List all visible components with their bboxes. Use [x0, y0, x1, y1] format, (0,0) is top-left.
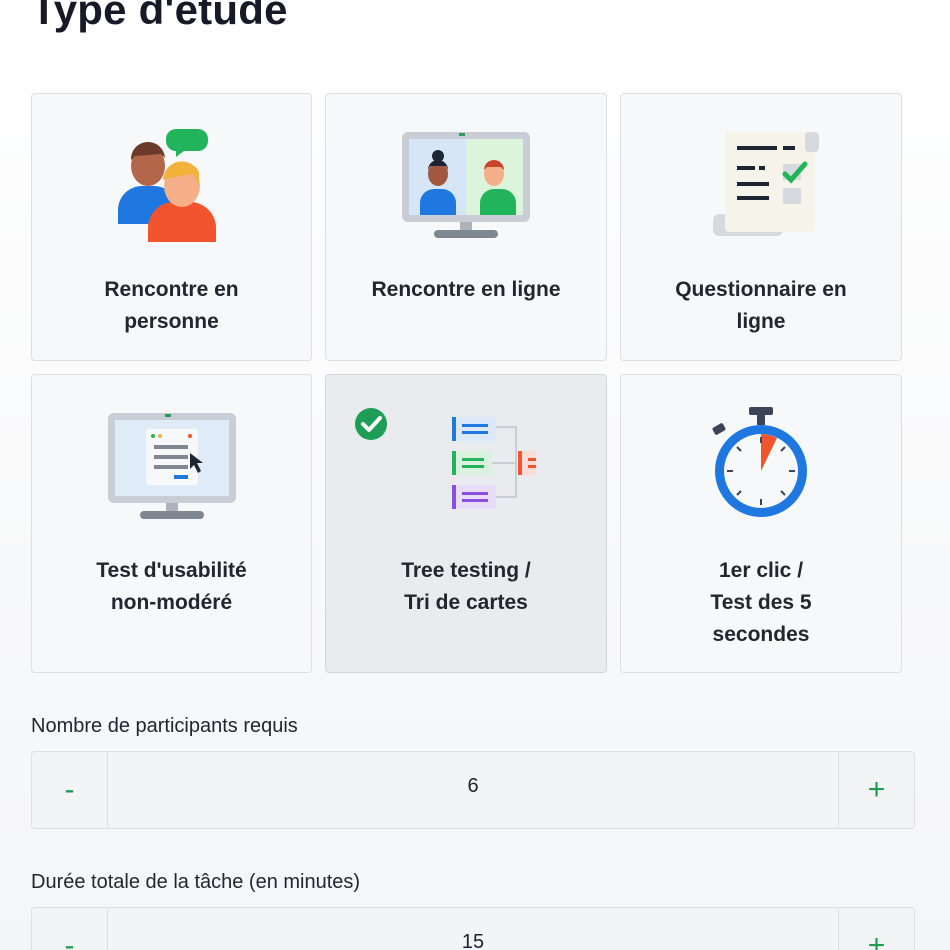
check-circle-icon [355, 408, 387, 440]
participants-decrement-button[interactable]: - [32, 752, 108, 828]
questionnaire-icon [713, 132, 819, 236]
duration-decrement-button[interactable]: - [32, 908, 108, 950]
page-title: Type d'étude [31, 0, 288, 33]
study-type-card-in-person[interactable]: Rencontre en personne [31, 93, 312, 361]
study-type-label: Rencontre en ligne [371, 278, 561, 301]
duration-stepper: - 15 + [31, 907, 915, 950]
study-type-label: Questionnaire en ligne [675, 278, 847, 333]
participants-label: Nombre de participants requis [31, 715, 298, 737]
people-chat-icon [117, 129, 216, 242]
study-type-card-unmoderated-usability[interactable]: Test d'usabilité non-modéré [31, 374, 312, 673]
duration-value[interactable]: 15 [108, 908, 838, 950]
video-call-icon [402, 132, 530, 238]
study-type-card-tree-testing[interactable]: Tree testing / Tri de cartes [325, 374, 607, 673]
study-type-card-online-meeting[interactable]: Rencontre en ligne [325, 93, 607, 361]
study-type-label: Test d'usabilité non-modéré [96, 559, 247, 614]
stopwatch-icon [712, 407, 807, 517]
study-type-label: Tree testing / Tri de cartes [401, 559, 531, 614]
monitor-cursor-icon [107, 413, 236, 519]
study-type-card-first-click[interactable]: 1er clic / Test des 5 secondes [620, 374, 902, 673]
study-type-card-questionnaire[interactable]: Questionnaire en ligne [620, 93, 902, 361]
study-type-grid: Rencontre en personne Rencontre en ligne [31, 93, 902, 673]
duration-increment-button[interactable]: + [838, 908, 914, 950]
study-type-label: Rencontre en personne [104, 278, 239, 333]
duration-label: Durée totale de la tâche (en minutes) [31, 871, 361, 893]
participants-stepper: - 6 + [31, 751, 915, 829]
tree-diagram-icon [452, 417, 536, 509]
participants-increment-button[interactable]: + [838, 752, 914, 828]
participants-value[interactable]: 6 [108, 752, 838, 828]
study-type-label: 1er clic / Test des 5 secondes [710, 559, 812, 646]
